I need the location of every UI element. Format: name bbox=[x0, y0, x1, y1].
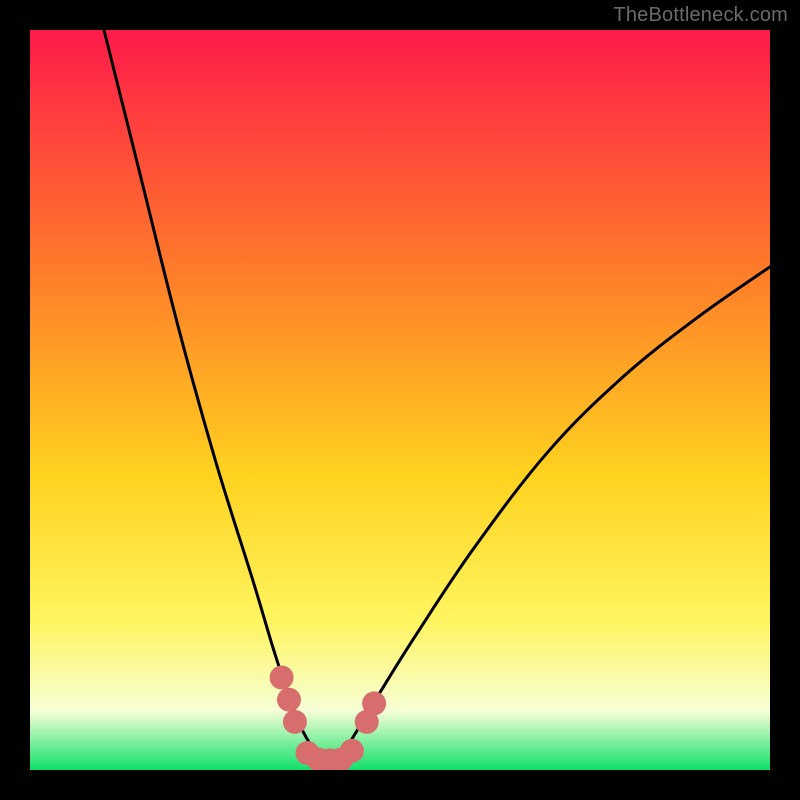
curve-markers bbox=[270, 666, 387, 771]
bottleneck-curve bbox=[104, 30, 770, 763]
curve-marker bbox=[277, 688, 301, 712]
outer-frame: TheBottleneck.com bbox=[0, 0, 800, 800]
plot-area bbox=[30, 30, 770, 770]
curve-marker bbox=[362, 691, 386, 715]
curve-marker bbox=[283, 710, 307, 734]
curve-marker bbox=[270, 666, 294, 690]
curve-layer bbox=[30, 30, 770, 770]
watermark-text: TheBottleneck.com bbox=[613, 4, 788, 27]
curve-marker bbox=[340, 739, 364, 763]
